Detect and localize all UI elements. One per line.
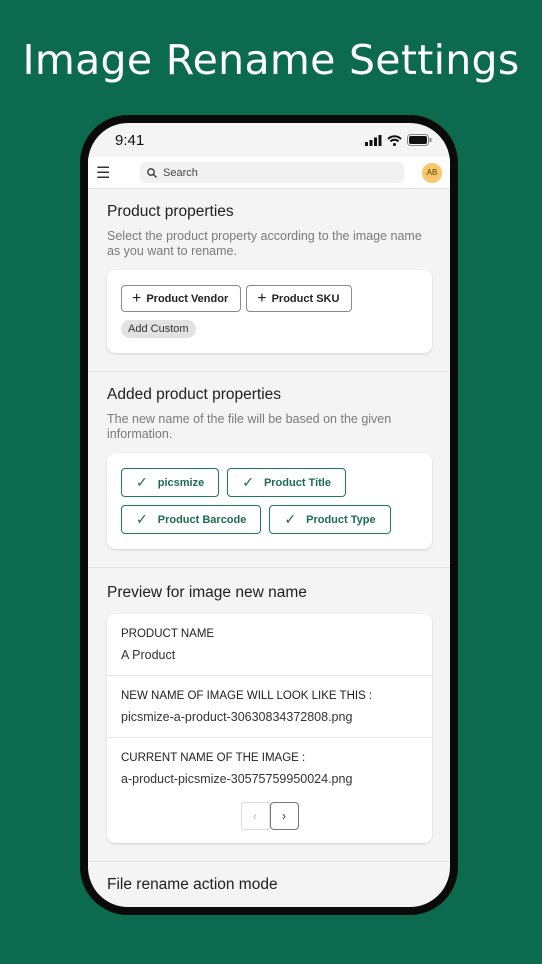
search-placeholder: Search bbox=[163, 166, 198, 179]
section-description: Select the product property according to… bbox=[107, 229, 422, 258]
preview-card: PRODUCT NAME A Product NEW NAME OF IMAGE … bbox=[107, 614, 432, 843]
add-product-sku-button[interactable]: + Product SKU bbox=[246, 285, 353, 312]
section-title: File rename action mode bbox=[107, 876, 278, 893]
status-bar: 9:41 bbox=[88, 123, 450, 157]
add-custom-button[interactable]: Add Custom bbox=[121, 320, 196, 338]
product-properties-card: + Product Vendor + Product SKU Add Custom bbox=[107, 270, 432, 353]
hamburger-menu-icon[interactable]: ☰ bbox=[96, 163, 116, 183]
chip-picsmize[interactable]: ✓ picsmize bbox=[121, 468, 220, 497]
phone-screen: 9:41 ☰ Search AB Product properties Sele… bbox=[88, 123, 450, 907]
section-description: The new name of the file will be based o… bbox=[107, 412, 392, 441]
plus-icon: + bbox=[257, 289, 267, 307]
phone-frame: 9:41 ☰ Search AB Product properties Sele… bbox=[80, 115, 458, 915]
check-icon: ✓ bbox=[136, 474, 148, 490]
battery-icon bbox=[407, 134, 432, 146]
search-icon bbox=[147, 167, 157, 178]
preview-row: NEW NAME OF IMAGE WILL LOOK LIKE THIS :p… bbox=[107, 676, 432, 738]
previous-page-button[interactable]: ‹ bbox=[240, 802, 270, 830]
signal-icon bbox=[365, 134, 382, 146]
check-icon: ✓ bbox=[136, 511, 148, 527]
section-title: Product properties bbox=[107, 203, 234, 220]
file-rename-mode-section: File rename action mode bbox=[88, 862, 450, 907]
headline: Image Rename Settings bbox=[22, 36, 520, 84]
avatar[interactable]: AB bbox=[422, 162, 442, 183]
pagination: ‹ › bbox=[121, 802, 418, 830]
added-properties-card: ✓ picsmize ✓ Product Title ✓ Product Barcod… bbox=[107, 453, 432, 549]
preview-section: Preview for image new name PRODUCT NAME A… bbox=[88, 568, 450, 862]
top-bar: ☰ Search AB bbox=[88, 157, 450, 189]
plus-icon: + bbox=[132, 289, 142, 307]
preview-row: PRODUCT NAME A Product bbox=[107, 614, 432, 676]
section-title: Added product properties bbox=[107, 386, 282, 403]
check-icon: ✓ bbox=[284, 511, 297, 527]
next-page-button[interactable]: › bbox=[269, 802, 299, 830]
product-properties-section: Product properties Select the product pr… bbox=[88, 189, 450, 372]
chip-product-barcode[interactable]: ✓ Product Barcode bbox=[121, 505, 262, 534]
chip-product-type[interactable]: ✓ Product Type bbox=[269, 505, 391, 534]
status-time: 9:41 bbox=[115, 131, 145, 149]
search-input[interactable]: Search bbox=[140, 162, 404, 183]
preview-row: CURRENT NAME OF THE IMAGE : a-product-pic… bbox=[107, 738, 432, 843]
added-properties-section: Added product properties The new name of… bbox=[88, 372, 450, 568]
chip-product-title[interactable]: ✓ Product Title bbox=[227, 468, 346, 497]
wifi-icon bbox=[387, 134, 402, 146]
add-product-vendor-button[interactable]: + Product Vendor bbox=[121, 285, 242, 312]
section-title: Preview for image new name bbox=[107, 584, 307, 601]
check-icon: ✓ bbox=[242, 474, 254, 490]
